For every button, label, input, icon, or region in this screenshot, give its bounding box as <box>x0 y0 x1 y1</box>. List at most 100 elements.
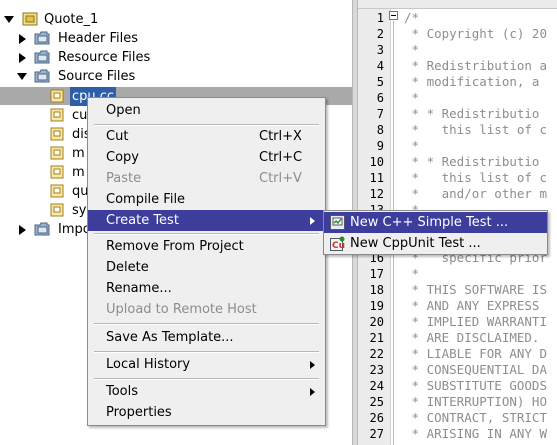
source-file-icon <box>50 127 64 141</box>
tree-file[interactable]: sy <box>0 201 90 220</box>
create-test-submenu[interactable]: New C++ Simple Test ... Cu New CppUnit T… <box>323 210 548 255</box>
menu-item-delete[interactable]: Delete <box>88 257 325 278</box>
line-number: 1 <box>376 11 384 25</box>
line-number: 27 <box>369 427 384 441</box>
tree-node-resource-files[interactable]: Resource Files <box>0 48 352 67</box>
simple-test-icon <box>330 215 345 230</box>
code-line[interactable]: * CONSEQUENTIAL DA <box>404 362 547 378</box>
menu-item-copy[interactable]: Copy Ctrl+C <box>88 147 325 168</box>
folder-open-icon <box>34 69 50 83</box>
code-line[interactable]: * Copyright (c) 20 <box>404 26 547 42</box>
menu-item-label: Properties <box>106 405 172 420</box>
line-number: 19 <box>369 299 384 313</box>
line-number: 11 <box>369 171 384 185</box>
code-line[interactable]: * this list of c <box>404 122 547 138</box>
menu-item-local-history[interactable]: Local History <box>88 354 325 375</box>
line-number: 17 <box>369 267 384 281</box>
menu-item-label: Remove From Project <box>106 239 244 254</box>
menu-item-shortcut: Ctrl+X <box>259 129 302 144</box>
source-file-icon <box>50 184 64 198</box>
code-line[interactable]: * THIS SOFTWARE IS <box>404 282 547 298</box>
code-line[interactable]: * this list of c <box>404 170 547 186</box>
menu-item-label: Open <box>106 103 141 118</box>
tree-file[interactable]: m <box>0 163 90 182</box>
code-line[interactable]: * <box>404 266 420 282</box>
line-number: 10 <box>369 155 384 169</box>
svg-text:Cu: Cu <box>332 241 345 251</box>
menu-item-cut[interactable]: Cut Ctrl+X <box>88 126 325 147</box>
folder-label: Header Files <box>58 31 138 46</box>
tree-file[interactable]: cu <box>0 106 90 125</box>
menu-separator <box>94 233 319 235</box>
menu-item-open[interactable]: Open <box>88 100 325 121</box>
code-line[interactable]: * <box>404 42 420 58</box>
code-line[interactable]: * Redistribution a <box>404 58 547 74</box>
code-line[interactable]: /* <box>404 10 419 26</box>
menu-item-remove-from-project[interactable]: Remove From Project <box>88 236 325 257</box>
code-line[interactable]: * * Redistributio <box>404 106 540 122</box>
line-number: 8 <box>376 123 384 137</box>
menu-separator <box>94 323 319 325</box>
tree-node-project[interactable]: Quote_1 <box>0 10 352 29</box>
code-line[interactable]: * SUBSTITUTE GOODS <box>404 378 547 394</box>
menu-item-rename[interactable]: Rename... <box>88 278 325 299</box>
folder-icon <box>34 50 50 64</box>
menu-item-label: Cut <box>106 129 129 144</box>
expand-triangle-icon[interactable] <box>4 16 14 23</box>
menu-item-label: Compile File <box>106 192 186 207</box>
menu-item-label: Upload to Remote Host <box>106 302 257 317</box>
menu-item-shortcut: Ctrl+C <box>259 150 303 165</box>
tree-file[interactable]: m <box>0 144 90 163</box>
code-line[interactable]: * <box>404 138 420 154</box>
line-number: 9 <box>376 139 384 153</box>
source-file-icon <box>50 108 64 122</box>
collapse-triangle-icon[interactable] <box>19 53 26 63</box>
line-number: 21 <box>369 331 384 345</box>
code-line[interactable]: * AND ANY EXPRESS <box>404 298 540 314</box>
tree-file[interactable]: dis <box>0 125 91 144</box>
menu-item-compile-file[interactable]: Compile File <box>88 189 325 210</box>
menu-item-properties[interactable]: Properties <box>88 402 325 423</box>
collapse-triangle-icon[interactable] <box>19 225 26 235</box>
tree-node-header-files[interactable]: Header Files <box>0 29 352 48</box>
code-line[interactable]: * modification, a <box>404 74 540 90</box>
code-line[interactable]: * IMPLIED WARRANTI <box>404 314 547 330</box>
menu-separator <box>94 378 319 380</box>
menu-item-save-as-template[interactable]: Save As Template... <box>88 327 325 348</box>
folder-label: Source Files <box>58 69 136 84</box>
cppunit-test-icon: Cu <box>330 236 345 251</box>
menu-item-create-test[interactable]: Create Test <box>88 210 325 231</box>
expand-triangle-icon[interactable] <box>17 73 27 80</box>
menu-item-label: New C++ Simple Test ... <box>350 215 509 230</box>
tree-file[interactable]: qu <box>0 182 90 201</box>
code-line[interactable]: * and/or other m <box>404 186 547 202</box>
tree-node-important-files[interactable]: Impo <box>0 220 91 239</box>
line-number: 26 <box>369 411 384 425</box>
code-line[interactable]: * CONTRACT, STRICT <box>404 410 547 426</box>
code-line[interactable]: * <box>404 90 420 106</box>
code-line[interactable]: * ARISING IN ANY W <box>404 426 547 442</box>
code-line[interactable]: * * Redistributio <box>404 154 540 170</box>
collapse-triangle-icon[interactable] <box>19 34 26 44</box>
folder-label: Impo <box>58 222 91 237</box>
menu-item-upload-to-remote-host[interactable]: Upload to Remote Host <box>88 299 325 320</box>
line-number: 7 <box>376 107 384 121</box>
source-file-icon <box>50 165 64 179</box>
menu-item-new-cppunit-test[interactable]: Cu New CppUnit Test ... <box>324 233 547 254</box>
code-line[interactable]: * INTERRUPTION) HO <box>404 394 547 410</box>
menu-item-paste[interactable]: Paste Ctrl+V <box>88 168 325 189</box>
menu-item-label: Tools <box>106 384 139 399</box>
menu-item-label: Save As Template... <box>106 330 234 345</box>
menu-item-new-cpp-simple-test[interactable]: New C++ Simple Test ... <box>324 212 547 233</box>
file-label: cu <box>72 108 88 123</box>
line-number: 18 <box>369 283 384 297</box>
code-line[interactable]: * ARE DISCLAIMED. <box>404 330 540 346</box>
source-file-icon <box>50 89 64 103</box>
fold-collapse-icon[interactable] <box>389 11 398 20</box>
menu-item-label: Rename... <box>106 281 172 296</box>
code-line[interactable]: * LIABLE FOR ANY D <box>404 346 547 362</box>
context-menu[interactable]: Open Cut Ctrl+X Copy Ctrl+C Paste Ctrl+V… <box>87 97 326 426</box>
line-number: 22 <box>369 347 384 361</box>
menu-item-tools[interactable]: Tools <box>88 381 325 402</box>
tree-node-source-files[interactable]: Source Files <box>0 67 352 86</box>
